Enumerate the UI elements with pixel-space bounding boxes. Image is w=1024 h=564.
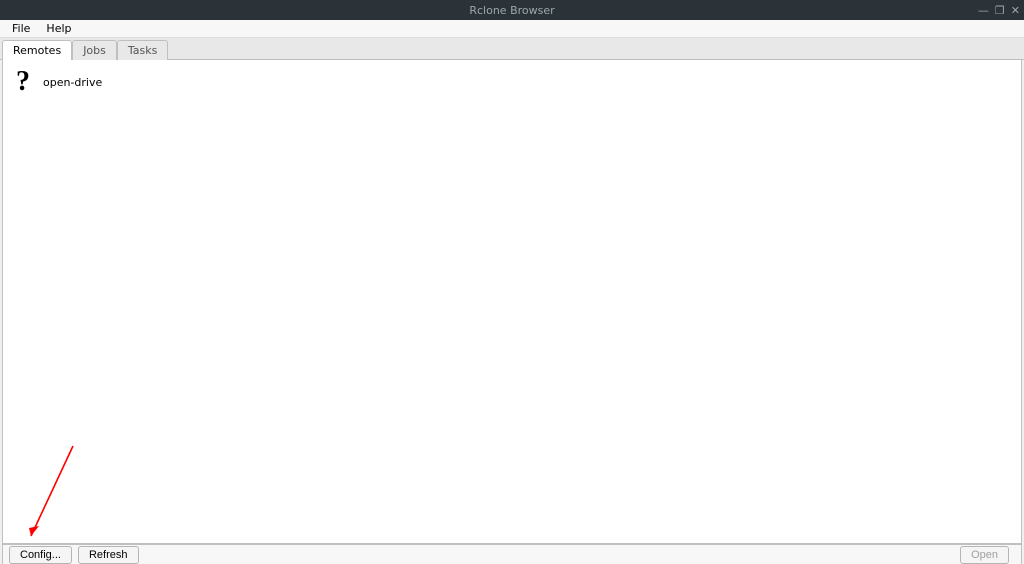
close-icon[interactable]: ✕ (1011, 4, 1020, 17)
tab-jobs[interactable]: Jobs (72, 40, 117, 60)
remote-item[interactable]: ? open-drive (9, 66, 1015, 98)
menu-help[interactable]: Help (38, 20, 79, 37)
window-title: Rclone Browser (469, 4, 554, 17)
button-bar: Config... Refresh Open (2, 544, 1022, 564)
remotes-list: ? open-drive (3, 60, 1021, 104)
window-controls: — ❐ ✕ (978, 4, 1020, 17)
remote-label: open-drive (43, 76, 102, 89)
config-button[interactable]: Config... (9, 546, 72, 564)
tab-bar: Remotes Jobs Tasks (0, 38, 1024, 60)
content-area: ? open-drive (2, 60, 1022, 544)
menu-file[interactable]: File (4, 20, 38, 37)
tab-remotes[interactable]: Remotes (2, 40, 72, 60)
question-mark-icon: ? (11, 70, 35, 94)
window-titlebar: Rclone Browser — ❐ ✕ (0, 0, 1024, 20)
menubar: File Help (0, 20, 1024, 38)
refresh-button[interactable]: Refresh (78, 546, 139, 564)
maximize-icon[interactable]: ❐ (995, 4, 1005, 17)
arrow-annotation (21, 440, 81, 550)
tab-tasks[interactable]: Tasks (117, 40, 168, 60)
minimize-icon[interactable]: — (978, 4, 989, 17)
open-button[interactable]: Open (960, 546, 1009, 564)
